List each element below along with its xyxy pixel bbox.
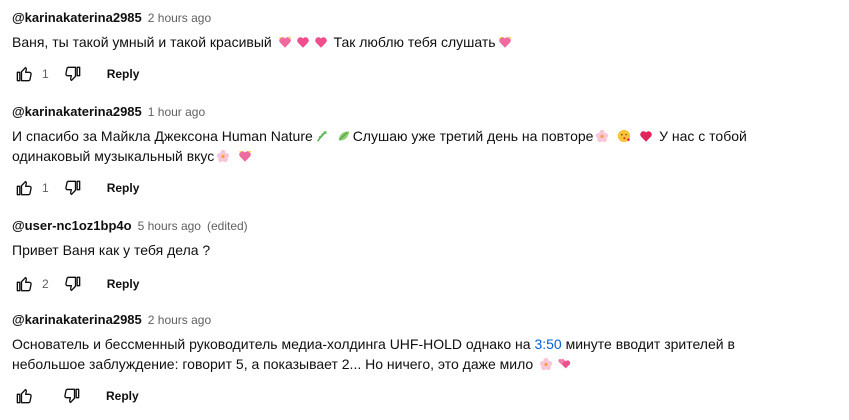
- comment-meta: @user-nc1oz1bp4o 5 hours ago (edited): [12, 218, 849, 236]
- comment-author[interactable]: @karinakaterina2985: [12, 10, 142, 25]
- sparkling-heart-icon: [238, 149, 252, 163]
- thumb-up-icon: [14, 274, 34, 294]
- like-button[interactable]: [12, 384, 36, 408]
- thumb-down-icon: [63, 64, 83, 84]
- comment-1: @karinakaterina2985 2 hours ago Ваня, ты…: [12, 10, 849, 86]
- reply-button[interactable]: Reply: [107, 67, 140, 81]
- comment-meta: @karinakaterina2985 2 hours ago: [12, 312, 849, 330]
- comment-meta: @karinakaterina2985 2 hours ago: [12, 10, 849, 28]
- comment-3: @user-nc1oz1bp4o 5 hours ago (edited) Пр…: [12, 218, 849, 296]
- reply-button[interactable]: Reply: [106, 389, 139, 403]
- like-button[interactable]: [12, 272, 36, 296]
- comment-author[interactable]: @karinakaterina2985: [12, 104, 142, 119]
- edited-label: (edited): [206, 219, 248, 233]
- comment-text-part: Привет Ваня как у тебя дела ?: [12, 242, 211, 258]
- thumb-down-icon: [63, 178, 83, 198]
- comment-actions: 2 Reply: [12, 272, 849, 296]
- comment-time[interactable]: 2 hours ago: [148, 313, 211, 327]
- comment-author[interactable]: @karinakaterina2985: [12, 312, 142, 327]
- face-blowing-kiss-icon: [617, 129, 631, 143]
- dislike-button[interactable]: [61, 62, 85, 86]
- reply-button[interactable]: Reply: [107, 277, 140, 291]
- comment-actions: 1 Reply: [12, 62, 849, 86]
- dislike-button[interactable]: [60, 384, 84, 408]
- leaf-icon: [337, 129, 351, 143]
- thumb-down-icon: [62, 386, 82, 406]
- sparkling-heart-icon: [278, 35, 292, 49]
- beating-heart-icon: [314, 35, 328, 49]
- thumb-up-icon: [14, 178, 34, 198]
- thumb-down-icon: [63, 274, 83, 294]
- dislike-button[interactable]: [61, 272, 85, 296]
- comment-text-part: Так люблю тебя слушать: [333, 34, 496, 50]
- comment-4: @karinakaterina2985 2 hours ago Основате…: [12, 312, 849, 408]
- comment-text-part: И спасибо за Майкла Джексона Human Natur…: [12, 128, 313, 144]
- comment-time[interactable]: 1 hour ago: [148, 105, 205, 119]
- comment-actions: 1 Reply: [12, 176, 849, 200]
- comment-time[interactable]: 2 hours ago: [148, 11, 211, 25]
- thumb-up-icon: [14, 386, 34, 406]
- two-hearts-icon: [557, 357, 571, 371]
- reply-button[interactable]: Reply: [107, 181, 140, 195]
- herb-icon: [315, 129, 329, 143]
- comment-text: Привет Ваня как у тебя дела ?: [12, 240, 772, 260]
- like-count: 1: [42, 67, 49, 81]
- cherry-blossom-icon: [595, 129, 609, 143]
- comment-author[interactable]: @user-nc1oz1bp4o: [12, 218, 132, 233]
- comment-text: Основатель и бессменный руководитель мед…: [12, 334, 772, 374]
- like-button[interactable]: [12, 176, 36, 200]
- comment-actions: Reply: [12, 384, 849, 408]
- sparkling-heart-icon: [498, 35, 512, 49]
- comment-time[interactable]: 5 hours ago: [138, 219, 201, 233]
- like-count: 1: [42, 181, 49, 195]
- timestamp-link[interactable]: 3:50: [534, 336, 561, 352]
- comment-meta: @karinakaterina2985 1 hour ago: [12, 104, 849, 122]
- comment-text-part: Слушаю уже третий день на повторе: [352, 128, 594, 144]
- cherry-blossom-icon: [539, 357, 553, 371]
- comment-text: Ваня, ты такой умный и такой красивый Та…: [12, 32, 772, 52]
- growing-heart-icon: [296, 35, 310, 49]
- thumb-up-icon: [14, 64, 34, 84]
- comment-text: И спасибо за Майкла Джексона Human Natur…: [12, 126, 772, 166]
- comment-text-part: Ваня, ты такой умный и такой красивый: [12, 34, 272, 50]
- red-heart-icon: [639, 129, 653, 143]
- dislike-button[interactable]: [61, 176, 85, 200]
- like-count: 2: [42, 277, 49, 291]
- comment-text-part: Основатель и бессменный руководитель мед…: [12, 336, 531, 352]
- comment-2: @karinakaterina2985 1 hour ago И спасибо…: [12, 104, 849, 200]
- cherry-blossom-icon: [216, 149, 230, 163]
- like-button[interactable]: [12, 62, 36, 86]
